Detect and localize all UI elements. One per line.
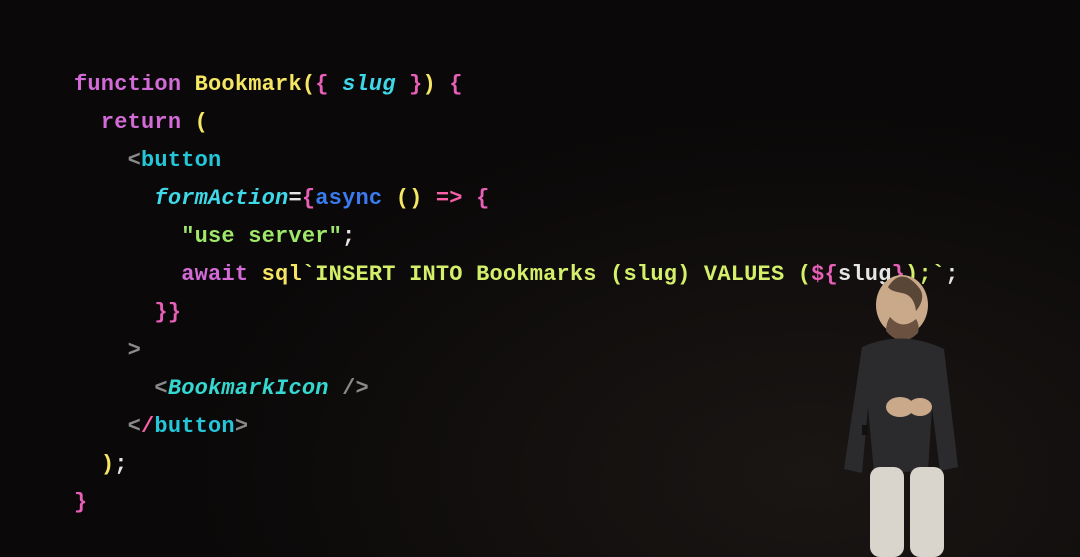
body-brace-close: } (74, 490, 87, 515)
jsx-expr-brace-close: } (168, 300, 181, 325)
arrow-fn-params: () (396, 186, 423, 211)
body-brace-open: { (449, 72, 462, 97)
function-name-bookmark: Bookmark (195, 72, 302, 97)
jsx-tag-button-close: button (154, 414, 234, 439)
code-line-4: formAction={async () => { (74, 186, 490, 211)
semicolon: ; (342, 224, 355, 249)
equals-sign: = (288, 186, 301, 211)
jsx-tag-button: button (141, 148, 221, 173)
jsx-angle-open: < (128, 414, 141, 439)
keyword-async: async (315, 186, 382, 211)
paren-close: ) (422, 72, 435, 97)
jsx-expr-brace-open: { (302, 186, 315, 211)
jsx-close-slash: / (141, 414, 154, 439)
code-line-12: } (74, 490, 87, 515)
presentation-stage: function Bookmark({ slug }) { return ( <… (0, 0, 1080, 557)
arrow-fn-body-close: } (154, 300, 167, 325)
code-line-3: <button (74, 148, 221, 173)
jsx-self-close: /> (342, 376, 369, 401)
code-line-2: return ( (74, 110, 208, 135)
return-paren-close: ) (101, 452, 114, 477)
keyword-function: function (74, 72, 181, 97)
jsx-angle-open: < (154, 376, 167, 401)
jsx-tag-close-angle: > (128, 338, 141, 363)
code-line-5: "use server"; (74, 224, 355, 249)
return-paren-open: ( (195, 110, 208, 135)
paren-open: ( (302, 72, 315, 97)
jsx-component-bookmarkicon: BookmarkIcon (168, 376, 329, 401)
backtick-open: ` (302, 262, 315, 287)
destructure-brace-open: { (315, 72, 342, 97)
attr-formaction: formAction (154, 186, 288, 211)
keyword-return: return (101, 110, 181, 135)
sql-tag-function: sql (262, 262, 302, 287)
code-line-9: <BookmarkIcon /> (74, 376, 369, 401)
code-line-11: ); (74, 452, 128, 477)
param-slug: slug (342, 72, 396, 97)
code-line-7: }} (74, 300, 181, 325)
presenter-figure (792, 257, 1002, 557)
destructure-brace-close: } (396, 72, 423, 97)
semicolon: ; (114, 452, 127, 477)
person-silhouette-icon (792, 257, 1002, 557)
code-line-8: > (74, 338, 141, 363)
code-line-1: function Bookmark({ slug }) { (74, 72, 463, 97)
keyword-await: await (181, 262, 248, 287)
jsx-angle-open: < (128, 148, 141, 173)
arrow-token: => (436, 186, 463, 211)
code-line-10: </button> (74, 414, 248, 439)
string-use-server: "use server" (181, 224, 342, 249)
sql-template-body: INSERT INTO Bookmarks (slug) VALUES ( (315, 262, 811, 287)
arrow-fn-body-open: { (476, 186, 489, 211)
jsx-angle-close: > (235, 414, 248, 439)
